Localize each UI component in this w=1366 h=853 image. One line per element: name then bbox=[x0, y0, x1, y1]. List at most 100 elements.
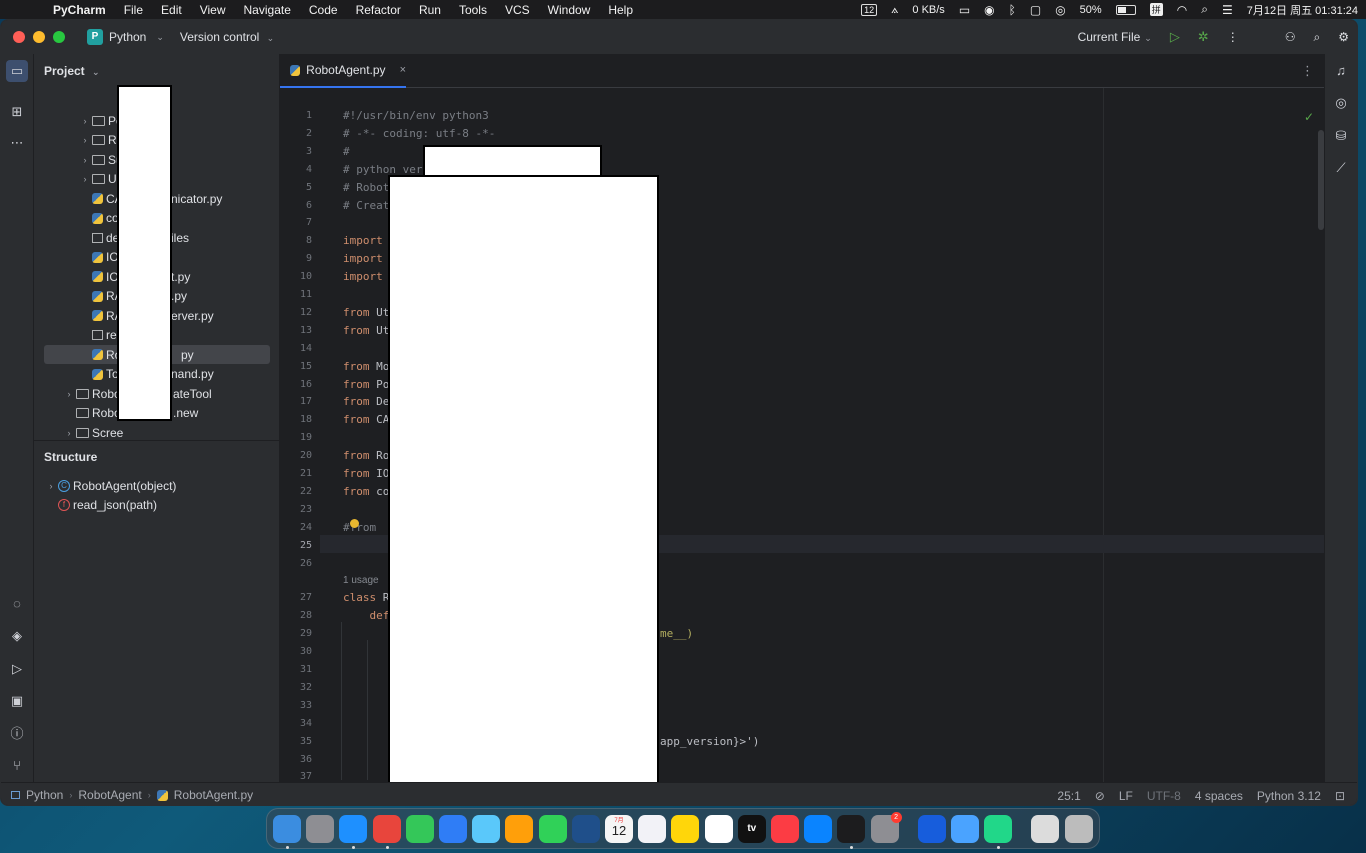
code-line[interactable]: # python vers bbox=[343, 163, 429, 176]
dock-mail-icon[interactable] bbox=[439, 815, 467, 843]
code-line[interactable]: from Ro bbox=[343, 449, 389, 462]
structure-tool-icon[interactable]: ⊞ bbox=[6, 101, 28, 123]
close-tab-icon[interactable]: × bbox=[400, 64, 406, 76]
menu-window[interactable]: Window bbox=[539, 3, 600, 17]
no-power-save-icon[interactable]: ⊘ bbox=[1095, 789, 1105, 803]
code-line[interactable]: # Creat bbox=[343, 199, 389, 212]
chevron-right-icon[interactable]: › bbox=[62, 428, 76, 438]
clock[interactable]: 7月12日 周五 01:31:24 bbox=[1247, 2, 1358, 18]
line-number[interactable]: 4 bbox=[280, 164, 312, 175]
line-number[interactable]: 30 bbox=[280, 646, 312, 657]
menu-code[interactable]: Code bbox=[300, 3, 347, 17]
python-console-icon[interactable]: ◌ bbox=[6, 593, 28, 615]
line-number[interactable]: 37 bbox=[280, 771, 312, 782]
dock-trash-icon[interactable] bbox=[1064, 815, 1093, 843]
line-number[interactable]: 14 bbox=[280, 343, 312, 354]
line-number[interactable]: 21 bbox=[280, 468, 312, 479]
menu-file[interactable]: File bbox=[115, 3, 152, 17]
usage-hint[interactable]: 1 usage bbox=[343, 575, 379, 586]
dock-music-icon[interactable] bbox=[771, 815, 799, 843]
lightbulb-icon[interactable] bbox=[350, 519, 359, 528]
problems-icon[interactable]: ⓘ bbox=[6, 723, 28, 745]
code-line[interactable]: from Ut bbox=[343, 306, 389, 319]
dock-tv-icon[interactable]: tv bbox=[737, 815, 766, 843]
dock-bitwarden-icon[interactable] bbox=[917, 815, 946, 843]
dock-app-store-icon[interactable] bbox=[804, 815, 833, 843]
dock-facetime-icon[interactable] bbox=[538, 815, 567, 843]
code-line[interactable]: from Ut bbox=[343, 324, 389, 337]
line-number[interactable]: 11 bbox=[280, 289, 312, 300]
line-number[interactable]: 32 bbox=[280, 682, 312, 693]
dock-photos-icon[interactable] bbox=[505, 815, 534, 843]
line-number[interactable]: 23 bbox=[280, 504, 312, 515]
line-number[interactable]: 8 bbox=[280, 235, 312, 246]
calendar-status-icon[interactable]: 12 bbox=[861, 3, 878, 16]
code-line[interactable]: import bbox=[343, 234, 383, 247]
search-icon[interactable]: ⌕ bbox=[1201, 2, 1208, 17]
python-packages-icon[interactable]: ◈ bbox=[6, 625, 28, 647]
code-line-fragment[interactable]: me__) bbox=[660, 627, 693, 640]
tab-options-icon[interactable]: ⋮ bbox=[1301, 63, 1314, 79]
inspection-ok-icon[interactable]: ✓ bbox=[1304, 110, 1314, 124]
more-actions-icon[interactable]: ⋮ bbox=[1227, 30, 1239, 44]
add-user-icon[interactable]: ⚇ bbox=[1285, 30, 1296, 44]
line-number[interactable]: 2 bbox=[280, 128, 312, 139]
project-tool-icon[interactable]: ▭ bbox=[6, 60, 28, 82]
dock-documents-icon[interactable] bbox=[1031, 815, 1060, 843]
dock-xcode-like-icon[interactable] bbox=[571, 815, 600, 843]
project-panel-title[interactable]: Project ⌄ bbox=[44, 64, 100, 78]
close-window-button[interactable] bbox=[13, 31, 25, 43]
line-number[interactable]: 18 bbox=[280, 414, 312, 425]
line-number[interactable]: 31 bbox=[280, 664, 312, 675]
line-number[interactable]: 3 bbox=[280, 146, 312, 157]
lock-icon[interactable]: ⊡ bbox=[1335, 789, 1345, 803]
git-icon[interactable]: ⑂ bbox=[6, 755, 28, 777]
code-line[interactable]: from Mo bbox=[343, 360, 389, 373]
zoom-window-button[interactable] bbox=[53, 31, 65, 43]
code-editor[interactable]: RobotAgent.py × ⋮ 1 #!/usr/bin/env python… bbox=[280, 54, 1326, 793]
search-everywhere-icon[interactable]: ⌕ bbox=[1314, 30, 1321, 45]
code-line[interactable]: from De bbox=[343, 395, 389, 408]
control-center-icon[interactable]: ☰ bbox=[1222, 3, 1233, 17]
menu-refactor[interactable]: Refactor bbox=[347, 3, 410, 17]
services-icon[interactable]: ▷ bbox=[6, 658, 28, 680]
line-number[interactable]: 5 bbox=[280, 182, 312, 193]
line-number[interactable]: 12 bbox=[280, 307, 312, 318]
chevron-right-icon[interactable]: › bbox=[44, 481, 58, 491]
dock-messages-icon[interactable] bbox=[405, 815, 434, 843]
line-number[interactable]: 19 bbox=[280, 432, 312, 443]
chevron-right-icon[interactable]: › bbox=[78, 174, 92, 184]
code-line[interactable]: from co bbox=[343, 485, 389, 498]
cursor-position[interactable]: 25:1 bbox=[1057, 789, 1080, 803]
dock-pycharm-icon[interactable] bbox=[984, 815, 1013, 843]
line-number[interactable]: 34 bbox=[280, 718, 312, 729]
code-line[interactable]: from CA bbox=[343, 413, 389, 426]
dock-chrome-icon[interactable] bbox=[372, 815, 401, 843]
line-number[interactable]: 26 bbox=[280, 558, 312, 569]
battery-icon[interactable] bbox=[1115, 4, 1136, 15]
chevron-right-icon[interactable]: › bbox=[78, 155, 92, 165]
code-line[interactable]: import bbox=[343, 252, 383, 265]
more-tools-icon[interactable]: ⋯ bbox=[6, 132, 28, 154]
minimize-window-button[interactable] bbox=[33, 31, 45, 43]
line-number[interactable]: 28 bbox=[280, 610, 312, 621]
dock-finder-alt-icon[interactable] bbox=[951, 815, 979, 843]
dock-maps-icon[interactable] bbox=[472, 815, 501, 843]
bed-icon[interactable]: ▭ bbox=[959, 3, 970, 17]
indent-setting[interactable]: 4 spaces bbox=[1195, 789, 1243, 803]
file-encoding[interactable]: UTF-8 bbox=[1147, 789, 1181, 803]
line-number[interactable]: 35 bbox=[280, 736, 312, 747]
line-number[interactable]: 20 bbox=[280, 450, 312, 461]
network-speed[interactable]: 0 KB/s bbox=[912, 4, 944, 16]
code-line[interactable]: # bbox=[343, 145, 350, 158]
code-line[interactable]: from IO bbox=[343, 467, 389, 480]
airdrop-icon[interactable]: ◎ bbox=[1055, 3, 1065, 17]
dock-terminal-icon[interactable] bbox=[837, 815, 866, 843]
wifi-icon[interactable]: ◠ bbox=[1177, 3, 1187, 17]
play-circle-icon[interactable]: ◉ bbox=[984, 3, 994, 17]
menu-view[interactable]: View bbox=[191, 3, 235, 17]
database-icon[interactable]: ⛁ bbox=[1330, 125, 1352, 147]
code-line[interactable]: # Robot bbox=[343, 181, 389, 194]
project-selector[interactable]: P Python ⌄ bbox=[87, 29, 164, 45]
menu-vcs[interactable]: VCS bbox=[496, 3, 539, 17]
